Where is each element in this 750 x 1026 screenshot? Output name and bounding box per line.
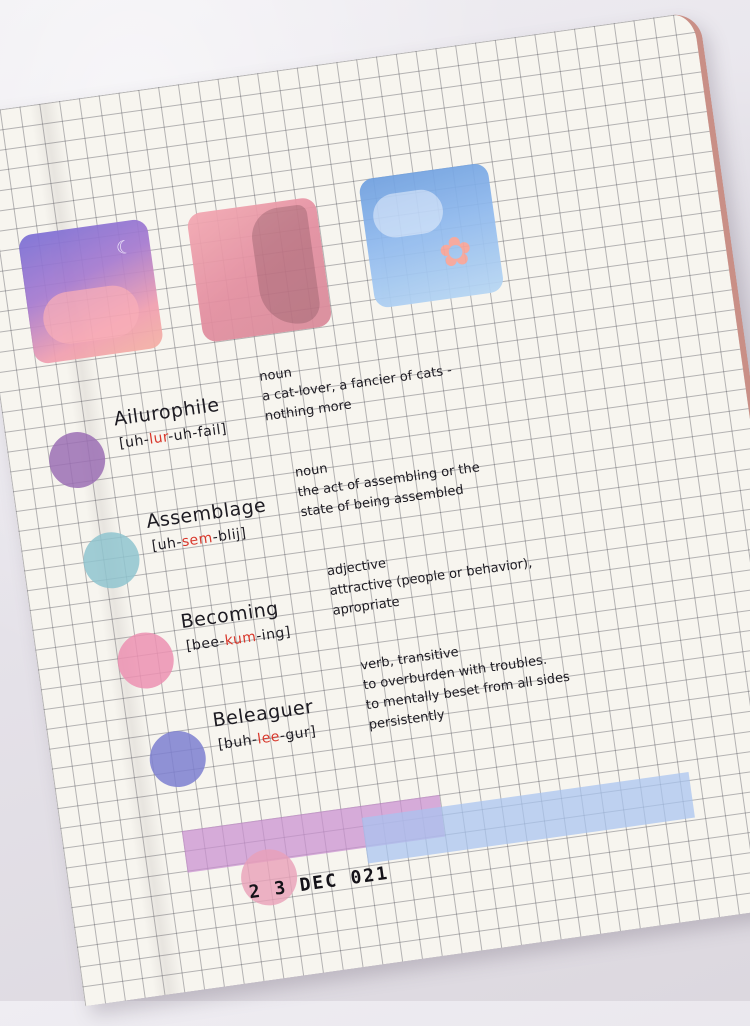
blue-sky-flower-photo: ✿	[357, 162, 505, 309]
pron-stress: lee	[256, 728, 282, 748]
moon-icon: ☾	[114, 236, 134, 260]
cloud-shape	[370, 186, 446, 241]
flower-icon: ✿	[435, 227, 476, 278]
sunset-cloud-photo: ☾	[17, 218, 165, 365]
branch-silhouette	[248, 203, 323, 329]
journal-notebook: ☾ ✿ Ailurophile [uh-lur-uh-fail] noun a …	[0, 9, 750, 1026]
pink-flowers-photo	[186, 196, 333, 344]
pink-cloud-shape	[39, 282, 143, 348]
